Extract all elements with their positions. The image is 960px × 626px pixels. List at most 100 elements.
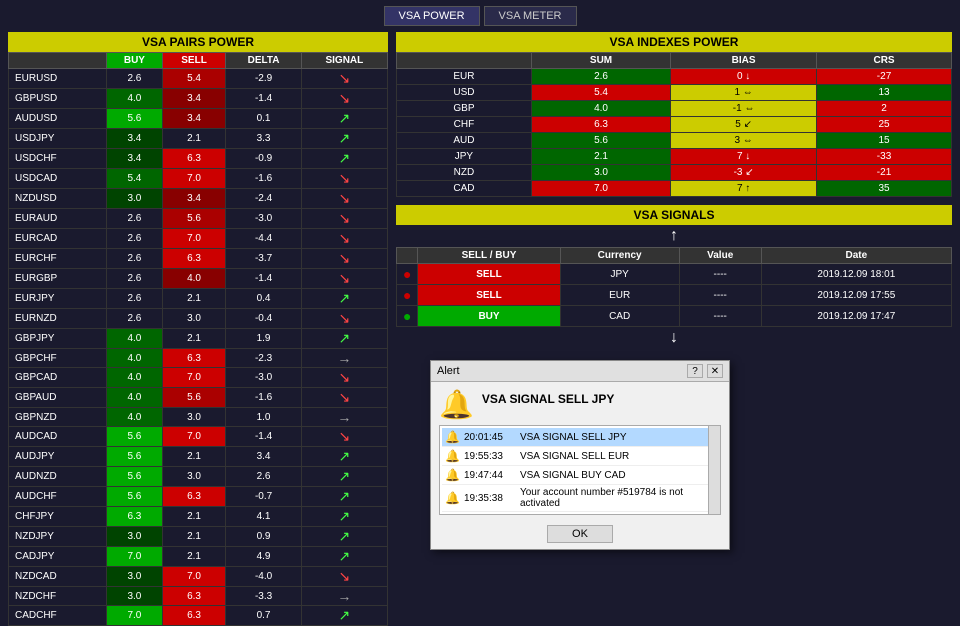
- idx-crs: 25: [817, 117, 952, 133]
- idx-currency: EUR: [397, 69, 532, 85]
- pair-signal: ↗: [301, 487, 387, 507]
- idx-bias: -1 ⇔: [671, 101, 817, 117]
- log-msg: VSA SIGNAL SELL JPY: [520, 432, 627, 443]
- sig-col-action: SELL / BUY: [418, 248, 560, 264]
- alert-main-message: VSA SIGNAL SELL JPY: [482, 392, 614, 406]
- idx-bias: 0 ↓: [671, 69, 817, 85]
- log-msg: Your account number #519784 is not activ…: [520, 487, 715, 509]
- table-row: JPY 2.1 7 ↓ -33: [397, 149, 952, 165]
- table-row: USDJPY 3.4 2.1 3.3 ↗: [9, 129, 388, 149]
- pair-name: EURGBP: [9, 269, 107, 289]
- table-row: GBPCAD 4.0 7.0 -3.0 ↘: [9, 368, 388, 388]
- table-row: AUDNZD 5.6 3.0 2.6 ↗: [9, 467, 388, 487]
- table-row: GBPCHF 4.0 6.3 -2.3 →: [9, 349, 388, 368]
- table-row: EURUSD 2.6 5.4 -2.9 ↘: [9, 69, 388, 89]
- pair-buy: 3.0: [107, 189, 163, 209]
- sig-date: 2019.12.09 18:01: [761, 264, 951, 285]
- alert-help-button[interactable]: ?: [687, 364, 703, 378]
- pair-name: AUDNZD: [9, 467, 107, 487]
- pair-sell: 4.0: [162, 269, 226, 289]
- pair-sell: 3.0: [162, 408, 226, 427]
- pair-delta: -1.4: [226, 427, 301, 447]
- alert-close-button[interactable]: ✕: [707, 364, 723, 378]
- signals-nav-down[interactable]: ↓: [396, 327, 952, 349]
- alert-header: 🔔 VSA SIGNAL SELL JPY: [431, 382, 729, 425]
- pair-name: EURUSD: [9, 69, 107, 89]
- table-row: USDCAD 5.4 7.0 -1.6 ↘: [9, 169, 388, 189]
- idx-col-sum: SUM: [531, 53, 670, 69]
- pair-signal: ↘: [301, 209, 387, 229]
- pair-buy: 3.0: [107, 587, 163, 606]
- pair-delta: -1.4: [226, 269, 301, 289]
- pair-sell: 5.6: [162, 388, 226, 408]
- pair-name: CADCHF: [9, 606, 107, 626]
- sig-col-value: Value: [679, 248, 761, 264]
- idx-crs: 35: [817, 181, 952, 197]
- pair-name: USDJPY: [9, 129, 107, 149]
- table-row: GBPJPY 4.0 2.1 1.9 ↗: [9, 329, 388, 349]
- pair-delta: -2.3: [226, 349, 301, 368]
- idx-bias: 1 ⇔: [671, 85, 817, 101]
- table-row: AUDJPY 5.6 2.1 3.4 ↗: [9, 447, 388, 467]
- alert-ok-button[interactable]: OK: [547, 525, 613, 543]
- idx-sum: 3.0: [531, 165, 670, 181]
- pair-sell: 3.4: [162, 89, 226, 109]
- table-row: NZDCHF 3.0 6.3 -3.3 →: [9, 587, 388, 606]
- pair-signal: →: [301, 349, 387, 368]
- signals-nav-up[interactable]: ↑: [396, 225, 952, 247]
- sig-value: ----: [679, 306, 761, 327]
- sig-dot: ●: [397, 264, 418, 285]
- pair-name: GBPNZD: [9, 408, 107, 427]
- table-row: ● SELL EUR ---- 2019.12.09 17:55: [397, 285, 952, 306]
- alert-titlebar: Alert ? ✕: [431, 361, 729, 382]
- pair-signal: ↗: [301, 109, 387, 129]
- table-row: USDCHF 3.4 6.3 -0.9 ↗: [9, 149, 388, 169]
- pair-buy: 2.6: [107, 69, 163, 89]
- alert-footer: OK: [431, 521, 729, 549]
- alert-log-row: 🔔19:47:44VSA SIGNAL BUY CAD: [442, 466, 718, 485]
- alert-bell-icon: 🔔: [439, 388, 474, 421]
- idx-currency: USD: [397, 85, 532, 101]
- pair-signal: ↗: [301, 507, 387, 527]
- pair-sell: 3.4: [162, 189, 226, 209]
- pair-buy: 3.0: [107, 527, 163, 547]
- pair-signal: ↗: [301, 606, 387, 626]
- idx-col-currency: [397, 53, 532, 69]
- pair-name: USDCAD: [9, 169, 107, 189]
- pair-sell: 7.0: [162, 567, 226, 587]
- pair-buy: 3.0: [107, 567, 163, 587]
- sig-currency: CAD: [560, 306, 679, 327]
- pair-delta: -0.7: [226, 487, 301, 507]
- pair-name: AUDUSD: [9, 109, 107, 129]
- indexes-table: SUM BIAS CRS EUR 2.6 0 ↓ -27 USD 5.4 1 ⇔…: [396, 52, 952, 197]
- table-row: GBPUSD 4.0 3.4 -1.4 ↘: [9, 89, 388, 109]
- idx-sum: 2.6: [531, 69, 670, 85]
- pair-delta: 0.7: [226, 606, 301, 626]
- pair-name: USDCHF: [9, 149, 107, 169]
- pair-buy: 4.0: [107, 329, 163, 349]
- alert-log-area[interactable]: 🔔20:01:45VSA SIGNAL SELL JPY🔔19:55:33VSA…: [439, 425, 721, 515]
- idx-crs: -33: [817, 149, 952, 165]
- pair-delta: -1.6: [226, 388, 301, 408]
- vsa-meter-button[interactable]: VSA METER: [484, 6, 577, 26]
- vsa-power-button[interactable]: VSA POWER: [384, 6, 480, 26]
- pair-buy: 2.6: [107, 229, 163, 249]
- pair-delta: 0.9: [226, 527, 301, 547]
- idx-crs: 15: [817, 133, 952, 149]
- log-msg: VSA SIGNAL SELL EUR: [520, 451, 629, 462]
- table-row: EURJPY 2.6 2.1 0.4 ↗: [9, 289, 388, 309]
- pair-signal: ↘: [301, 249, 387, 269]
- alert-scrollbar[interactable]: [708, 426, 720, 514]
- pair-sell: 2.1: [162, 289, 226, 309]
- table-row: NZDJPY 3.0 2.1 0.9 ↗: [9, 527, 388, 547]
- pair-delta: 1.0: [226, 408, 301, 427]
- pair-buy: 5.6: [107, 447, 163, 467]
- pair-name: CHFJPY: [9, 507, 107, 527]
- pair-buy: 5.4: [107, 169, 163, 189]
- pair-sell: 7.0: [162, 169, 226, 189]
- idx-bias: 7 ↓: [671, 149, 817, 165]
- idx-sum: 6.3: [531, 117, 670, 133]
- table-row: EURGBP 2.6 4.0 -1.4 ↘: [9, 269, 388, 289]
- idx-col-crs: CRS: [817, 53, 952, 69]
- table-row: GBPAUD 4.0 5.6 -1.6 ↘: [9, 388, 388, 408]
